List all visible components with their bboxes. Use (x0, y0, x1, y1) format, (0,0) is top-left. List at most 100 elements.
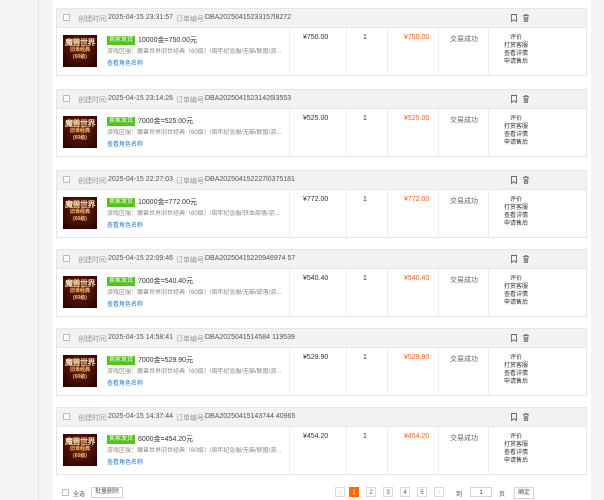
created-time-value: 2025-04-15 22:27:03 (108, 176, 173, 183)
trash-icon[interactable] (521, 333, 531, 343)
after-sales-action[interactable]: 申请售后 (496, 457, 536, 465)
bookmark-icon[interactable] (509, 175, 519, 185)
order-checkbox[interactable] (63, 334, 70, 341)
divider (438, 348, 439, 396)
divider (488, 190, 489, 238)
created-time-value: 2025-04-15 14:37:44 (108, 413, 173, 420)
product-title[interactable]: 7000金=525.00元 (138, 117, 193, 126)
view-details-action[interactable]: 查看详情 (496, 212, 536, 220)
order-body: 魔兽世界 旧世经典 (60级) 卖家发货 10000金=750.00元 游戏区服… (57, 28, 586, 76)
view-character-link[interactable]: 查看角色名称 (107, 301, 143, 309)
page-button-4[interactable]: 4 (400, 487, 410, 497)
order-number-value: DBA2025041514584 119539 (205, 334, 295, 341)
after-sales-action[interactable]: 申请售后 (496, 378, 536, 386)
page-button-5[interactable]: 5 (417, 487, 427, 497)
order-header: 创建时间: 2025-04-15 23:31:57 订单编号: DBA20250… (57, 9, 586, 28)
divider (438, 427, 439, 475)
order-checkbox[interactable] (63, 14, 70, 21)
quantity: 1 (363, 34, 367, 41)
view-details-action[interactable]: 查看详情 (496, 131, 536, 139)
divider (289, 269, 290, 317)
product-title[interactable]: 6000金=454.20元 (138, 435, 193, 444)
paid-amount: ¥529.90 (404, 354, 430, 361)
review-action[interactable]: 评价 (496, 115, 536, 123)
batch-delete-button[interactable]: 批量删除 (91, 487, 124, 498)
order-checkbox[interactable] (63, 255, 70, 262)
tip-support-action[interactable]: 打赏客服 (496, 362, 536, 370)
order-checkbox[interactable] (63, 413, 70, 420)
tip-support-action[interactable]: 打赏客服 (496, 283, 536, 291)
review-action[interactable]: 评价 (496, 433, 536, 441)
product-thumbnail[interactable]: 魔兽世界 旧世经典 (60级) (63, 197, 97, 229)
after-sales-action[interactable]: 申请售后 (496, 139, 536, 147)
thumb-title: 魔兽世界 (65, 38, 96, 47)
view-character-link[interactable]: 查看角色名称 (107, 60, 143, 68)
thumb-level: (60级) (73, 216, 87, 222)
unit-price: ¥540.40 (303, 275, 329, 282)
product-title[interactable]: 10000金=750.00元 (138, 36, 197, 45)
view-character-link[interactable]: 查看角色名称 (107, 141, 143, 149)
review-action[interactable]: 评价 (496, 196, 536, 204)
review-action[interactable]: 评价 (496, 275, 536, 283)
view-details-action[interactable]: 查看详情 (496, 449, 536, 457)
product-thumbnail[interactable]: 魔兽世界 旧世经典 (60级) (63, 434, 97, 466)
select-all-checkbox[interactable] (62, 489, 69, 496)
product-title[interactable]: 10000金=772.00元 (138, 198, 197, 207)
view-character-link[interactable]: 查看角色名称 (107, 459, 143, 467)
bookmark-icon[interactable] (509, 412, 519, 422)
trash-icon[interactable] (521, 13, 531, 23)
created-time-label: 创建时间: (78, 257, 108, 264)
thumb-subtitle: 旧世经典 (69, 209, 90, 215)
trash-icon[interactable] (521, 94, 531, 104)
tip-support-action[interactable]: 打赏客服 (496, 204, 536, 212)
prev-page-button[interactable]: ‹ (335, 487, 345, 497)
review-action[interactable]: 评价 (496, 34, 536, 42)
unit-price: ¥772.00 (303, 196, 329, 203)
next-page-button[interactable]: › (434, 487, 444, 497)
confirm-goto-button[interactable]: 确定 (514, 487, 535, 499)
view-details-action[interactable]: 查看详情 (496, 291, 536, 299)
product-title[interactable]: 7000金=540.40元 (138, 277, 193, 286)
thumb-title: 魔兽世界 (65, 437, 96, 446)
select-all-label[interactable]: 全选 (73, 489, 85, 498)
seller-ship-badge: 卖家发货 (107, 198, 136, 207)
after-sales-action[interactable]: 申请售后 (496, 220, 536, 228)
divider (387, 269, 388, 317)
view-character-link[interactable]: 查看角色名称 (107, 380, 143, 388)
page-button-2[interactable]: 2 (366, 487, 376, 497)
page-button-1[interactable]: 1 (349, 487, 359, 497)
bookmark-icon[interactable] (509, 94, 519, 104)
trade-status: 交易成功 (450, 277, 478, 284)
view-details-action[interactable]: 查看详情 (496, 50, 536, 58)
order-checkbox[interactable] (63, 95, 70, 102)
view-character-link[interactable]: 查看角色名称 (107, 222, 143, 230)
goto-page-input[interactable]: 1 (470, 487, 492, 497)
page-button-3[interactable]: 3 (383, 487, 393, 497)
paid-amount: ¥454.20 (404, 433, 430, 440)
order-checkbox[interactable] (63, 176, 70, 183)
thumb-level: (60级) (73, 54, 87, 60)
quantity: 1 (363, 115, 367, 122)
bookmark-icon[interactable] (509, 13, 519, 23)
bookmark-icon[interactable] (509, 333, 519, 343)
product-thumbnail[interactable]: 魔兽世界 旧世经典 (60级) (63, 35, 97, 67)
view-details-action[interactable]: 查看详情 (496, 370, 536, 378)
after-sales-action[interactable]: 申请售后 (496, 58, 536, 66)
review-action[interactable]: 评价 (496, 354, 536, 362)
bookmark-icon[interactable] (509, 254, 519, 264)
thumb-title: 魔兽世界 (65, 358, 96, 367)
trash-icon[interactable] (521, 175, 531, 185)
tip-support-action[interactable]: 打赏客服 (496, 441, 536, 449)
trash-icon[interactable] (521, 412, 531, 422)
order-number-label: 订单编号: (176, 336, 206, 343)
product-thumbnail[interactable]: 魔兽世界 旧世经典 (60级) (63, 276, 97, 308)
tip-support-action[interactable]: 打赏客服 (496, 123, 536, 131)
product-thumbnail[interactable]: 魔兽世界 旧世经典 (60级) (63, 355, 97, 387)
tip-support-action[interactable]: 打赏客服 (496, 42, 536, 50)
created-time-value: 2025-04-15 23:31:57 (108, 14, 173, 21)
after-sales-action[interactable]: 申请售后 (496, 299, 536, 307)
divider (387, 28, 388, 76)
product-thumbnail[interactable]: 魔兽世界 旧世经典 (60级) (63, 116, 97, 148)
product-title[interactable]: 7000金=529.90元 (138, 356, 193, 365)
trash-icon[interactable] (521, 254, 531, 264)
